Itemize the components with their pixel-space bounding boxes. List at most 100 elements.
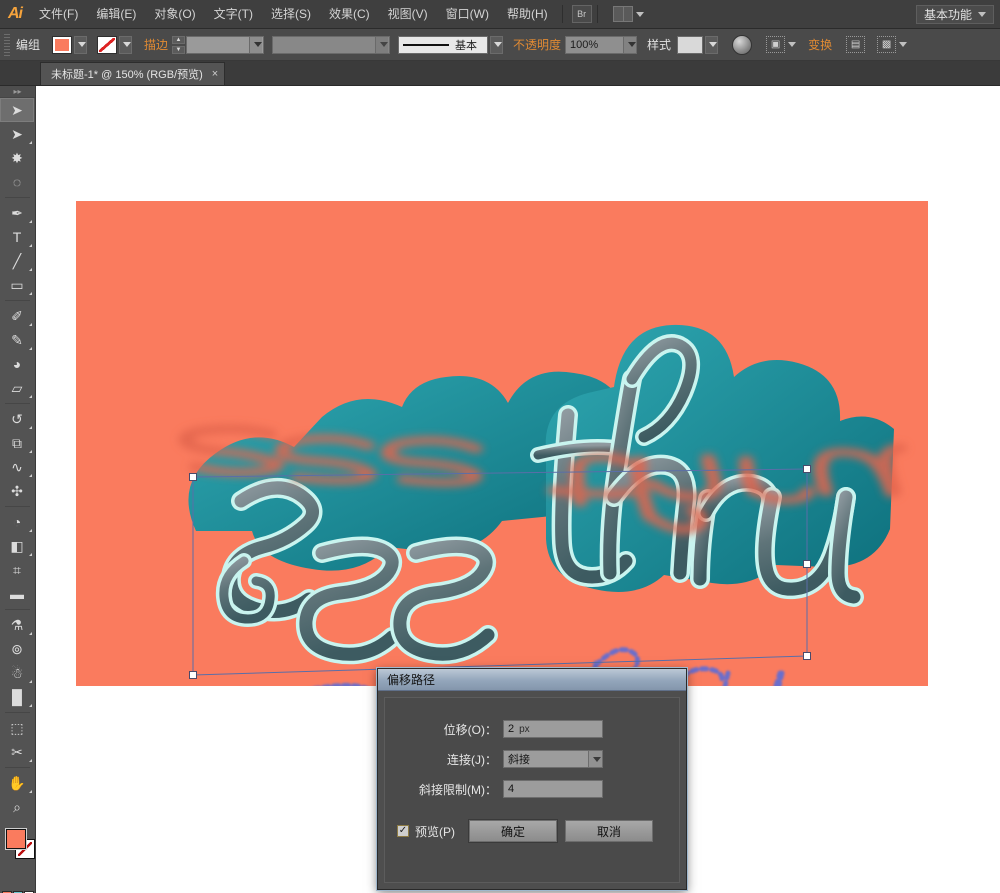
tool-flyout-icon <box>29 292 32 295</box>
menu-window[interactable]: 窗口(W) <box>437 0 498 29</box>
recolor-artwork-icon[interactable] <box>732 34 753 55</box>
fill-dropdown-icon[interactable] <box>74 35 88 54</box>
shape-builder-tool[interactable]: ◔ <box>0 510 34 534</box>
stroke-weight-stepper[interactable]: ▲ ▼ <box>172 35 186 54</box>
joins-select[interactable]: 斜接 <box>503 750 603 768</box>
menu-object[interactable]: 对象(O) <box>145 0 204 29</box>
chevron-down-icon[interactable] <box>788 42 797 47</box>
tool-flyout-icon <box>29 323 32 326</box>
align-icon[interactable]: ▤ <box>846 36 866 53</box>
blob-brush-tool[interactable]: ◕ <box>0 352 34 376</box>
perspective-grid-tool[interactable]: ◧ <box>0 534 34 558</box>
magic-wand-tool[interactable]: ✸ <box>0 146 34 170</box>
menu-divider <box>561 5 563 23</box>
document-tab-title: 未标题-1* @ 150% (RGB/预览) <box>51 69 203 81</box>
width-tool[interactable]: ∿ <box>0 455 34 479</box>
selection-tool[interactable]: ➤ <box>0 98 34 122</box>
preview-checkbox[interactable]: ✓ <box>397 825 409 837</box>
fill-swatch[interactable] <box>52 35 73 54</box>
artboard[interactable] <box>76 201 928 686</box>
eraser-tool[interactable]: ▱ <box>0 376 34 400</box>
rectangle-tool[interactable]: ▭ <box>0 273 34 297</box>
ok-button[interactable]: 确定 <box>469 820 557 842</box>
pen-tool[interactable]: ✒ <box>0 201 34 225</box>
gradient-tool[interactable]: ▬ <box>0 582 34 606</box>
offset-path-dialog[interactable]: 偏移路径 位移(O)： 2 px 连接(J)： 斜接 斜接限制(M)： 4 ✓ … <box>377 668 687 890</box>
chevron-down-icon[interactable] <box>623 36 637 53</box>
stroke-none-swatch[interactable] <box>97 35 118 54</box>
artboard-tool[interactable]: ⬚ <box>0 716 34 740</box>
menu-type[interactable]: 文字(T) <box>205 0 262 29</box>
stroke-weight-combo[interactable] <box>186 35 265 54</box>
rotate-tool[interactable]: ↺ <box>0 407 34 431</box>
menu-edit[interactable]: 编辑(E) <box>87 0 145 29</box>
tool-flyout-icon <box>29 704 32 707</box>
graphic-style-swatch[interactable] <box>677 35 704 54</box>
direct-selection-tool[interactable]: ➤ <box>0 122 34 146</box>
stroke-weight-label[interactable]: 描边 <box>144 36 168 53</box>
slice-tool[interactable]: ✂ <box>0 740 34 764</box>
symbol-sprayer-tool[interactable]: ☃ <box>0 661 34 685</box>
tool-flyout-icon <box>29 141 32 144</box>
joins-row: 连接(J)： 斜接 <box>385 750 679 768</box>
bridge-icon[interactable]: Br <box>571 5 592 23</box>
check-icon: ✓ <box>398 825 408 836</box>
opacity-combo[interactable]: 100% <box>565 35 638 54</box>
close-icon[interactable]: × <box>212 68 218 80</box>
tool-flyout-icon <box>29 268 32 271</box>
column-graph-tool[interactable]: █ <box>0 685 34 709</box>
hand-tool[interactable]: ✋ <box>0 771 34 795</box>
fill-color-swatch[interactable] <box>6 829 26 849</box>
arrange-documents-icon[interactable] <box>612 6 644 22</box>
workspace-switcher[interactable]: 基本功能 <box>915 4 994 24</box>
line-segment-tool[interactable]: ╱ <box>0 249 34 273</box>
toolbar-divider <box>5 300 30 301</box>
shape-modes-icon[interactable]: ▩ <box>877 36 897 53</box>
dialog-body: 位移(O)： 2 px 连接(J)： 斜接 斜接限制(M)： 4 ✓ 预览(P) <box>384 697 680 883</box>
toolbar-divider <box>5 609 30 610</box>
mesh-tool[interactable]: ⌗ <box>0 558 34 582</box>
menu-view[interactable]: 视图(V) <box>379 0 437 29</box>
menu-select[interactable]: 选择(S) <box>262 0 320 29</box>
blend-tool[interactable]: ⊚ <box>0 637 34 661</box>
eyedropper-tool[interactable]: ⚗ <box>0 613 34 637</box>
paintbrush-tool[interactable]: ✐ <box>0 304 34 328</box>
opacity-mask-icon[interactable]: ▣ <box>766 36 786 53</box>
menu-file[interactable]: 文件(F) <box>30 0 87 29</box>
pencil-tool[interactable]: ✎ <box>0 328 34 352</box>
chevron-down-icon[interactable] <box>588 751 602 767</box>
chevron-down-icon[interactable] <box>899 42 908 47</box>
tool-flyout-icon <box>29 450 32 453</box>
dialog-footer: ✓ 预览(P) 确定 取消 <box>385 820 679 842</box>
toolbar-grip-icon[interactable]: ▸▸ <box>0 86 35 98</box>
miter-limit-input[interactable]: 4 <box>503 780 603 798</box>
style-dropdown-icon[interactable] <box>705 35 719 54</box>
opacity-label[interactable]: 不透明度 <box>513 36 561 53</box>
joins-label: 连接(J)： <box>447 752 497 767</box>
free-transform-tool[interactable]: ✣ <box>0 479 34 503</box>
offset-input[interactable]: 2 px <box>503 720 603 738</box>
zoom-tool[interactable]: ⌕ <box>0 795 34 819</box>
toolbar-divider <box>5 506 30 507</box>
lasso-tool[interactable]: ◌ <box>0 170 34 194</box>
fill-swatch-group[interactable] <box>52 35 88 54</box>
document-tab[interactable]: 未标题-1* @ 150% (RGB/预览) × <box>40 62 226 85</box>
tool-flyout-icon <box>29 553 32 556</box>
brush-dropdown-icon[interactable] <box>490 35 504 54</box>
toolbar-divider <box>5 197 30 198</box>
dialog-title-bar[interactable]: 偏移路径 <box>378 669 686 691</box>
menu-help[interactable]: 帮助(H) <box>498 0 557 29</box>
scale-tool[interactable]: ⧉ <box>0 431 34 455</box>
preview-label: 预览(P) <box>415 824 455 839</box>
variable-width-profile-combo[interactable] <box>272 35 391 54</box>
transform-label[interactable]: 变换 <box>808 36 832 53</box>
chevron-down-icon[interactable] <box>249 36 263 53</box>
tool-flyout-icon <box>29 680 32 683</box>
menu-effect[interactable]: 效果(C) <box>320 0 379 29</box>
cancel-button[interactable]: 取消 <box>565 820 653 842</box>
stroke-dropdown-icon[interactable] <box>119 35 133 54</box>
stroke-swatch-group[interactable] <box>97 35 133 54</box>
type-tool[interactable]: T <box>0 225 34 249</box>
control-bar-grip[interactable] <box>4 33 10 56</box>
brush-definition-combo[interactable]: 基本 <box>398 35 489 54</box>
